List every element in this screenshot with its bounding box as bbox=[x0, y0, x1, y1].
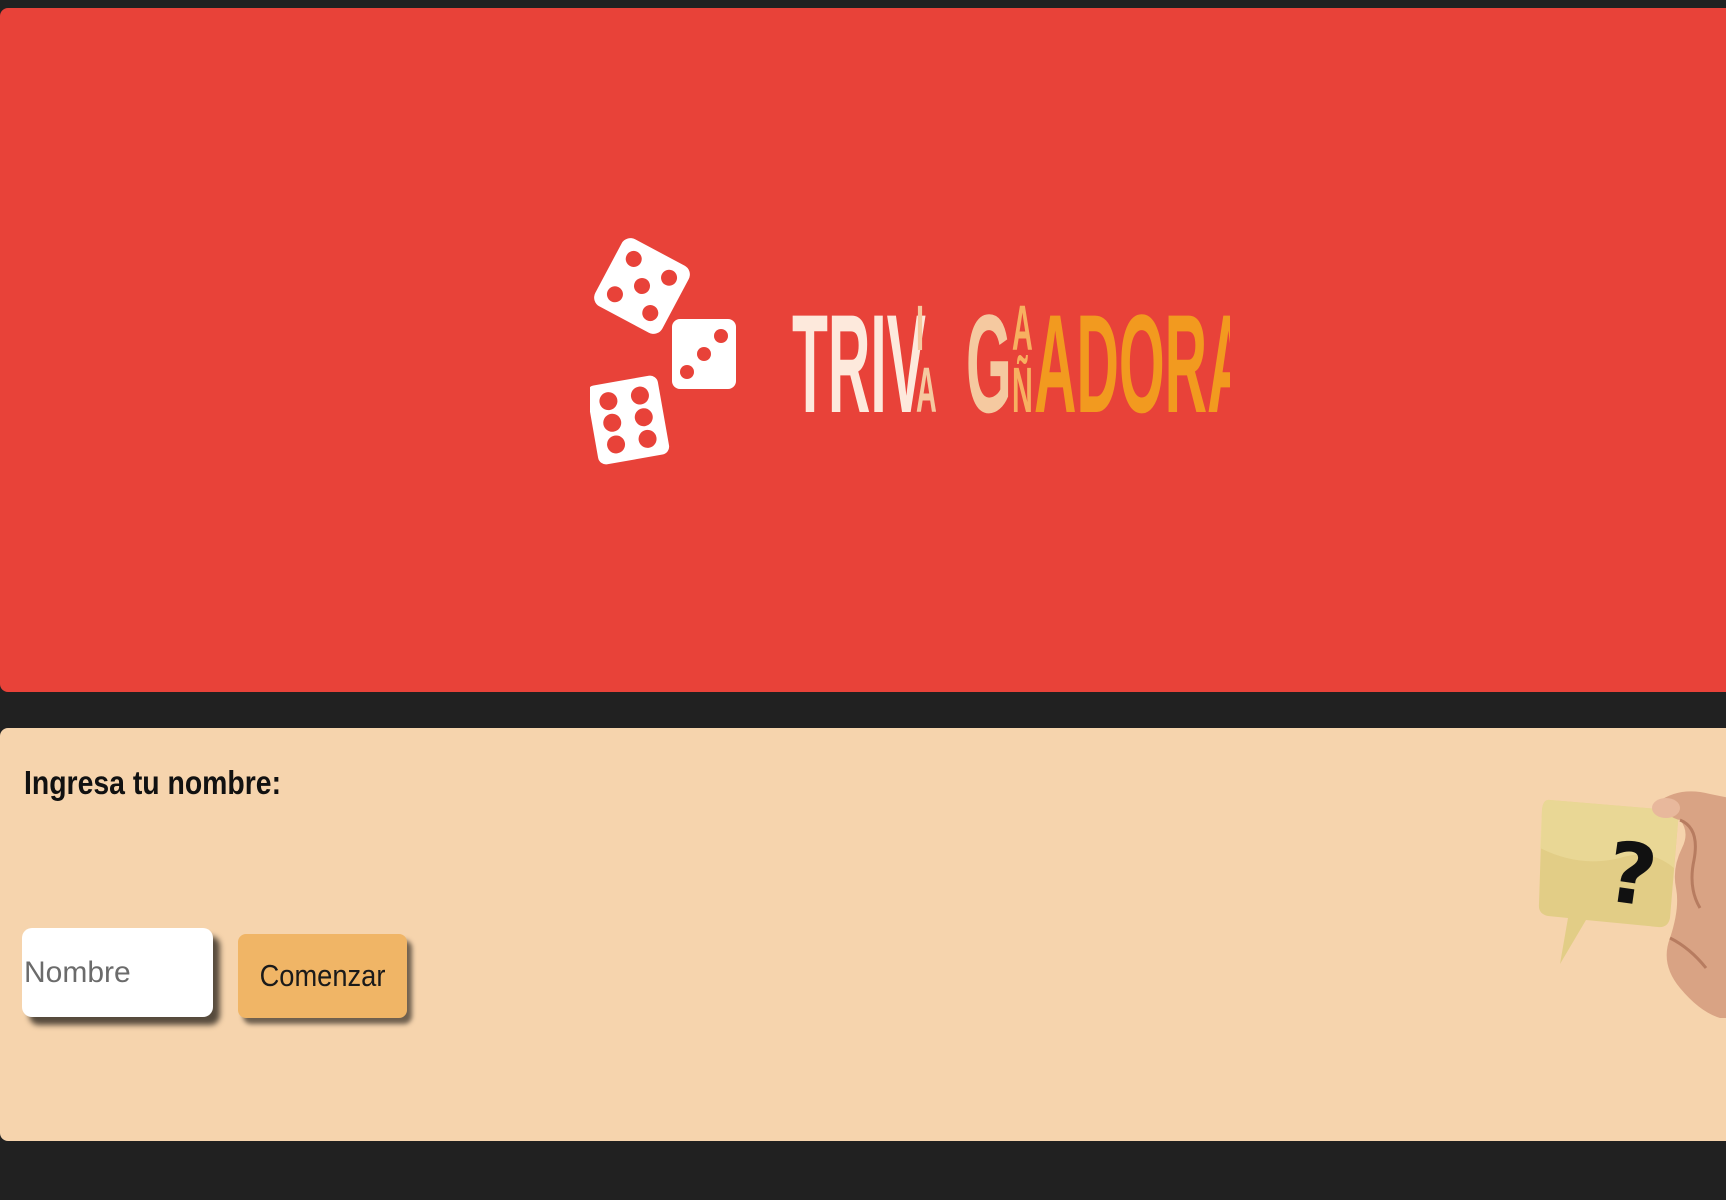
trivia-ganadora-logo-graphic: TRIV I A G A Ñ ADORA bbox=[590, 238, 1230, 465]
logo-letter-g: G bbox=[966, 286, 1012, 442]
name-input[interactable] bbox=[22, 928, 213, 1017]
trivia-ganadora-logo: TRIV I A G A Ñ ADORA bbox=[590, 222, 1230, 484]
hero-banner: TRIV I A G A Ñ ADORA bbox=[0, 8, 1726, 692]
logo-word-adora: ADORA bbox=[1034, 286, 1230, 442]
logo-wordmark: TRIV I A G A Ñ ADORA bbox=[792, 286, 1230, 442]
logo-word-triv: TRIV bbox=[792, 286, 926, 442]
name-entry-panel: Ingresa tu nombre: Comenzar ? bbox=[0, 728, 1726, 1141]
start-button[interactable]: Comenzar bbox=[238, 934, 407, 1018]
name-prompt-label: Ingresa tu nombre: bbox=[24, 764, 282, 801]
start-button-label: Comenzar bbox=[259, 958, 386, 993]
logo-letter-a: A bbox=[916, 354, 937, 426]
three-dice-icon bbox=[590, 238, 736, 465]
logo-letter-enye: Ñ bbox=[1012, 354, 1033, 426]
question-speech-bubble-hand-icon: ? bbox=[1530, 788, 1726, 1018]
